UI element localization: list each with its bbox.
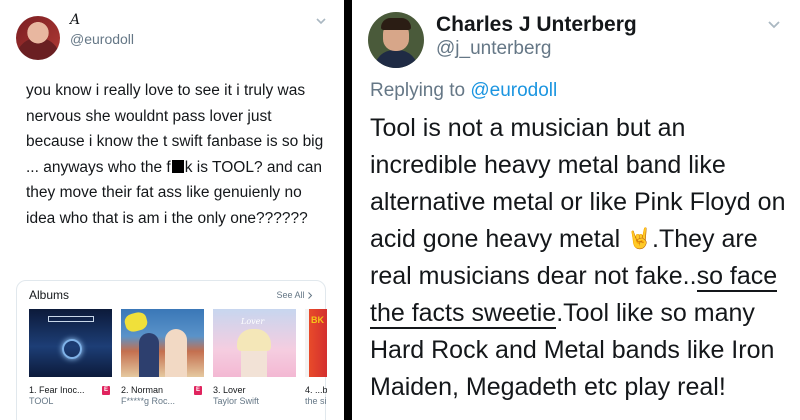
replying-prefix: Replying to — [370, 80, 471, 101]
cover-art — [62, 339, 82, 359]
replying-to: Replying to @eurodoll — [370, 80, 557, 102]
album-cover: BK — [305, 309, 327, 377]
album-item[interactable]: 2. Norman E F*****g Roc... — [121, 309, 204, 407]
avatar[interactable] — [368, 12, 424, 68]
right-tweet: Charles J Unterberg @j_unterberg Replyin… — [352, 0, 800, 420]
chevron-right-icon — [308, 291, 313, 299]
album-artist: F*****g Roc... — [121, 396, 176, 406]
album-artist: Taylor Swift — [213, 396, 260, 406]
album-artist: TOOL — [29, 396, 54, 406]
cover-art — [123, 310, 149, 334]
album-artist: the si — [305, 396, 327, 406]
tool-logo — [48, 316, 94, 322]
display-name[interactable]: A — [70, 12, 80, 28]
tweet-text: you know i really love to see it i truly… — [26, 78, 334, 231]
see-all-link[interactable]: See All — [276, 290, 313, 300]
album-item[interactable]: Lover 3. Lover Taylor Swift — [213, 309, 296, 407]
cover-art — [139, 333, 159, 377]
album-item[interactable]: BK 4. ...b the si — [305, 309, 327, 407]
cover-art — [237, 329, 271, 377]
album-title-text: 2. Norman — [121, 385, 164, 395]
cover-title: Lover — [241, 317, 265, 326]
cover-art — [165, 329, 187, 377]
see-all-label: See All — [276, 290, 305, 300]
chevron-down-icon[interactable] — [314, 14, 328, 28]
cover-title: BK — [311, 315, 324, 325]
horns-emoji: 🤘 — [627, 228, 653, 250]
album-item[interactable]: 1. Fear Inoc... E TOOL — [29, 309, 112, 407]
avatar[interactable] — [16, 16, 60, 60]
album-title: 1. Fear Inoc... E — [29, 385, 112, 396]
album-cover: Lover — [213, 309, 296, 377]
mention-link[interactable]: @eurodoll — [470, 80, 557, 101]
album-cover — [29, 309, 112, 377]
censor-block — [171, 159, 184, 173]
chevron-down-icon[interactable] — [766, 16, 782, 32]
album-title: 3. Lover — [213, 385, 246, 395]
album-cover — [121, 309, 204, 377]
user-handle[interactable]: @eurodoll — [70, 31, 134, 47]
explicit-badge: E — [194, 386, 202, 395]
albums-card[interactable]: Albums See All 1. Fear Inoc... E TOOL 2. … — [16, 280, 327, 420]
left-tweet: A @eurodoll you know i really love to se… — [0, 0, 344, 420]
avatar-art — [381, 18, 411, 30]
display-name[interactable]: Charles J Unterberg — [436, 13, 637, 37]
album-title: 4. ...b — [305, 385, 327, 395]
album-title: 2. Norman E — [121, 385, 204, 396]
albums-card-title: Albums — [29, 288, 70, 302]
tweet-text: Tool is not a musician but an incredible… — [370, 110, 795, 406]
explicit-badge: E — [102, 386, 110, 395]
album-title-text: 1. Fear Inoc... — [29, 385, 85, 395]
avatar-art — [374, 50, 418, 68]
user-handle[interactable]: @j_unterberg — [436, 38, 551, 60]
